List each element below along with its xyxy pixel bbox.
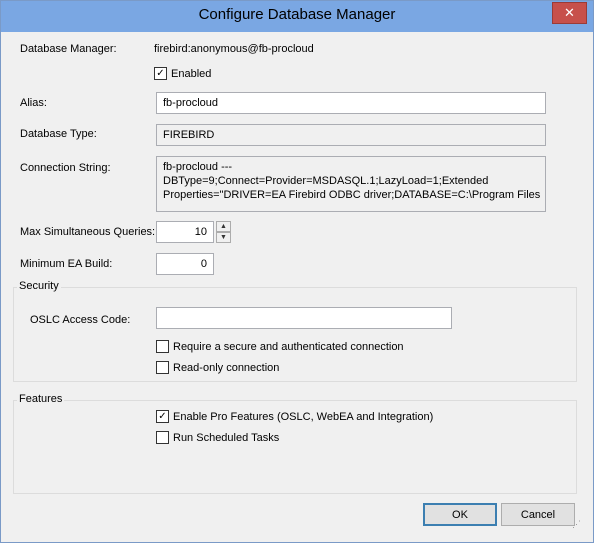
features-group-label: Features [17,393,65,405]
resize-grip-icon[interactable]: ⋰ [572,519,581,530]
checkmark-icon: ✓ [156,410,169,423]
enabled-label: Enabled [171,67,212,80]
connection-string-field[interactable]: fb-procloud --- DBType=9;Connect=Provide… [156,156,546,212]
database-type-value: FIREBIRD [163,129,215,141]
max-queries-input[interactable]: 10 [156,221,214,243]
enabled-checkbox[interactable]: ✓ Enabled [154,67,211,80]
security-group-label: Security [17,280,61,292]
title-bar[interactable]: Configure Database Manager ✕ [1,1,593,32]
alias-value: fb-procloud [163,97,219,109]
readonly-label: Read-only connection [173,361,280,374]
alias-input[interactable]: fb-procloud [156,92,546,114]
chevron-down-icon: ▼ [220,234,227,241]
close-icon: ✕ [564,5,575,20]
oslc-access-code-label: OSLC Access Code: [30,314,131,326]
readonly-checkbox[interactable]: Read-only connection [156,361,279,374]
checkmark-icon: ✓ [154,67,167,80]
database-type-field: FIREBIRD [156,124,546,146]
min-ea-build-input[interactable]: 0 [156,253,214,275]
run-scheduled-checkbox[interactable]: Run Scheduled Tasks [156,431,279,444]
database-manager-label: Database Manager: [20,43,117,55]
checkbox-box [156,361,169,374]
alias-label: Alias: [20,97,47,109]
configure-database-manager-dialog: Configure Database Manager ✕ Database Ma… [0,0,594,543]
checkbox-box [156,340,169,353]
dialog-body: Database Manager: firebird:anonymous@fb-… [9,32,585,534]
require-secure-checkbox[interactable]: Require a secure and authenticated conne… [156,340,404,353]
max-queries-label: Max Simultaneous Queries: [20,226,156,238]
database-manager-value: firebird:anonymous@fb-procloud [154,43,314,55]
database-type-label: Database Type: [20,128,97,140]
chevron-up-icon: ▲ [220,223,227,230]
run-scheduled-label: Run Scheduled Tasks [173,431,280,444]
pro-features-checkbox[interactable]: ✓ Enable Pro Features (OSLC, WebEA and I… [156,410,433,423]
checkbox-box [156,431,169,444]
ok-button[interactable]: OK [423,503,497,526]
spin-up-button[interactable]: ▲ [216,221,231,232]
window-title: Configure Database Manager [198,6,396,23]
max-queries-value: 10 [194,226,207,238]
require-secure-label: Require a secure and authenticated conne… [173,340,404,353]
close-button[interactable]: ✕ [552,2,587,24]
min-ea-build-value: 0 [200,258,207,270]
connection-string-label: Connection String: [20,162,111,174]
oslc-access-code-input[interactable] [156,307,452,329]
security-group [13,287,577,382]
min-ea-build-label: Minimum EA Build: [20,258,113,270]
pro-features-label: Enable Pro Features (OSLC, WebEA and Int… [173,410,434,423]
spin-down-button[interactable]: ▼ [216,232,231,243]
cancel-button[interactable]: Cancel [501,503,575,526]
